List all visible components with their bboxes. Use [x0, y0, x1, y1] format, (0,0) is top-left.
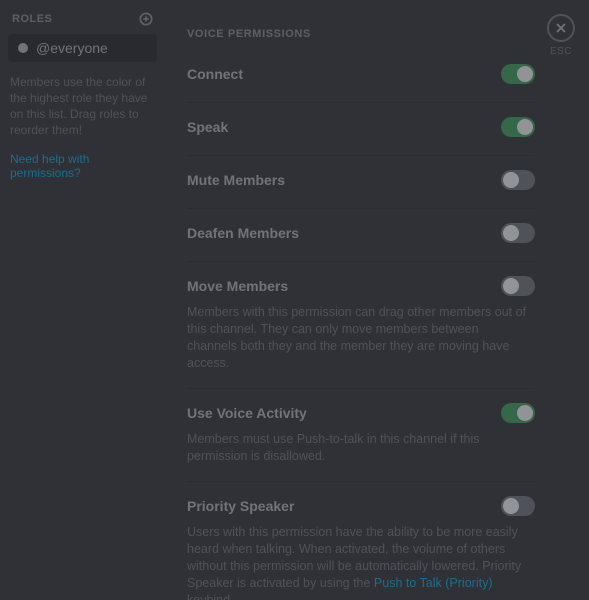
perm-priority-desc-post: keybind. — [187, 593, 234, 600]
perm-move-desc: Members with this permission can drag ot… — [187, 304, 535, 372]
perm-vad-desc: Members must use Push-to-talk in this ch… — [187, 431, 535, 465]
perm-move-toggle[interactable] — [501, 276, 535, 296]
perm-priority-desc: Users with this permission have the abil… — [187, 524, 535, 600]
perm-mute-toggle[interactable] — [501, 170, 535, 190]
add-role-icon[interactable] — [139, 12, 153, 26]
perm-deafen-members: Deafen Members — [187, 211, 535, 259]
divider — [187, 208, 535, 209]
perm-priority-toggle[interactable] — [501, 496, 535, 516]
perm-connect-label: Connect — [187, 66, 243, 82]
divider — [187, 388, 535, 389]
roles-note: Members use the color of the highest rol… — [10, 74, 155, 138]
role-item-everyone[interactable]: @everyone — [8, 34, 157, 62]
perm-priority-label: Priority Speaker — [187, 498, 294, 514]
perm-connect: Connect — [187, 52, 535, 100]
perm-vad-label: Use Voice Activity — [187, 405, 307, 421]
perm-mute-members: Mute Members — [187, 158, 535, 206]
roles-header-label: ROLES — [12, 13, 52, 25]
close-icon — [554, 21, 568, 35]
role-name: @everyone — [36, 40, 108, 56]
divider — [187, 481, 535, 482]
divider — [187, 261, 535, 262]
permissions-help-link[interactable]: Need help with permissions? — [10, 152, 155, 180]
roles-sidebar: ROLES @everyone Members use the color of… — [0, 0, 165, 190]
push-to-talk-priority-link[interactable]: Push to Talk (Priority) — [374, 576, 493, 590]
perm-speak-label: Speak — [187, 119, 228, 135]
permissions-panel: VOICE PERMISSIONS Connect Speak Mute Mem… — [175, 0, 545, 600]
perm-move-label: Move Members — [187, 278, 288, 294]
close-label: ESC — [547, 46, 575, 57]
role-color-dot — [18, 43, 28, 53]
perm-deafen-label: Deafen Members — [187, 225, 299, 241]
perm-voice-activity: Use Voice Activity Members must use Push… — [187, 391, 535, 479]
section-title: VOICE PERMISSIONS — [187, 28, 535, 40]
close-button[interactable] — [547, 14, 575, 42]
roles-header: ROLES — [8, 10, 157, 34]
perm-connect-toggle[interactable] — [501, 64, 535, 84]
divider — [187, 102, 535, 103]
close-area: ESC — [547, 14, 575, 57]
perm-speak: Speak — [187, 105, 535, 153]
perm-speak-toggle[interactable] — [501, 117, 535, 137]
perm-priority-speaker: Priority Speaker Users with this permiss… — [187, 484, 535, 600]
perm-mute-label: Mute Members — [187, 172, 285, 188]
perm-move-members: Move Members Members with this permissio… — [187, 264, 535, 386]
divider — [187, 155, 535, 156]
perm-vad-toggle[interactable] — [501, 403, 535, 423]
perm-deafen-toggle[interactable] — [501, 223, 535, 243]
